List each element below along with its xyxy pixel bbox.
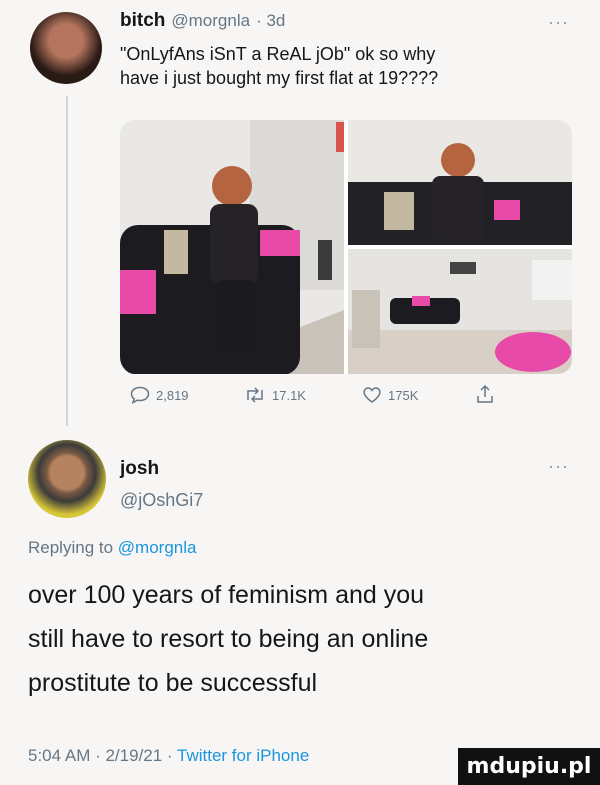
reply-count: 2,819 — [156, 387, 189, 403]
thread-line — [66, 96, 68, 426]
more-options-icon[interactable]: ··· — [548, 12, 569, 33]
like-action[interactable]: 175K — [362, 386, 418, 404]
reply-action[interactable]: 2,819 — [130, 386, 189, 404]
tweet-time[interactable]: · 3d — [256, 11, 285, 31]
source-link[interactable]: Twitter for iPhone — [177, 746, 309, 765]
reply-text: over 100 years of feminism and you still… — [28, 573, 588, 705]
tweet-text: "OnLyfAns iSnT a ReAL jOb" ok so why hav… — [120, 42, 580, 90]
avatar-josh[interactable] — [28, 440, 106, 518]
like-count: 175K — [388, 387, 419, 403]
photo-right-bottom[interactable] — [348, 249, 572, 374]
reply-display-name[interactable]: josh — [120, 458, 159, 480]
media-photos — [120, 120, 572, 374]
tweet-media[interactable] — [120, 120, 572, 374]
heart-icon — [363, 387, 381, 403]
display-name[interactable]: bitch — [120, 10, 165, 32]
retweet-icon — [247, 387, 263, 403]
retweet-action[interactable]: 17.1K — [244, 386, 306, 404]
tweet-text-line: have i just bought my first flat at 19??… — [120, 68, 439, 88]
tweet-header: bitch @morgnla · 3d — [120, 10, 285, 32]
retweet-count: 17.1K — [272, 387, 306, 403]
watermark-logo: mdupiu.pl — [458, 748, 600, 785]
reply-icon — [130, 386, 150, 404]
handle[interactable]: @morgnla — [171, 11, 250, 31]
reply-text-line: over 100 years of feminism and you — [28, 581, 425, 609]
photo-right-top[interactable] — [336, 120, 572, 245]
tweet-text-line: "OnLyfAns iSnT a ReAL jOb" ok so why — [120, 44, 436, 64]
reply-timestamp: 5:04 AM · 2/19/21 · Twitter for iPhone — [28, 746, 309, 766]
replying-to-handle[interactable]: @morgnla — [118, 538, 197, 557]
reply-handle[interactable]: @jOshGi7 — [120, 490, 203, 511]
share-icon — [477, 384, 493, 403]
avatar-morgnla[interactable] — [30, 12, 102, 84]
replying-to: Replying to @morgnla — [28, 538, 196, 558]
reply-text-line: prostitute to be successful — [28, 669, 318, 697]
replying-to-label: Replying to — [28, 538, 114, 557]
reply-more-options-icon[interactable]: ··· — [548, 456, 569, 477]
timestamp-text: 5:04 AM · 2/19/21 · — [28, 746, 177, 765]
photo-left[interactable] — [120, 120, 344, 374]
share-action[interactable] — [476, 384, 494, 404]
reply-text-line: still have to resort to being an online — [28, 625, 429, 653]
